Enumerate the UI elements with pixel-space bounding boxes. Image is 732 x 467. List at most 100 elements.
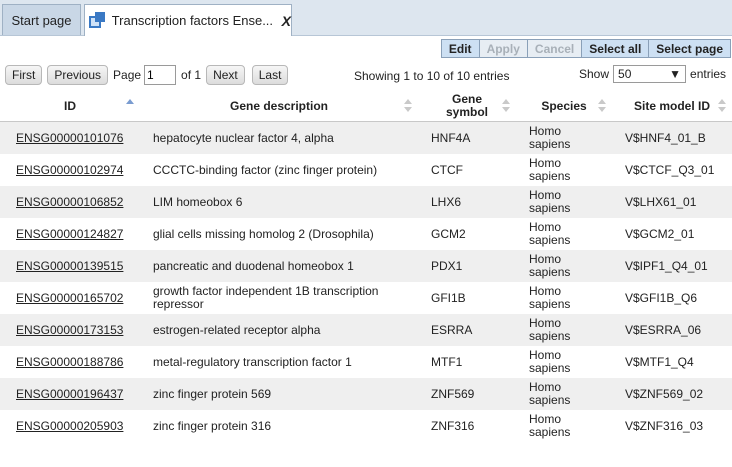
cell-site-model: V$HNF4_01_B	[625, 130, 706, 145]
chevron-down-icon: ▼	[669, 67, 682, 81]
column-header-symbol-label: Gene symbol	[445, 92, 488, 119]
close-icon[interactable]: X	[282, 13, 291, 29]
apply-button[interactable]: Apply	[478, 39, 528, 58]
gene-id-link[interactable]: ENSG00000101076	[16, 131, 123, 145]
table-row[interactable]: ENSG00000196437 zinc finger protein 569 …	[0, 378, 732, 410]
toolbar: Edit Apply Cancel Select all Select page	[440, 39, 731, 58]
cell-id[interactable]: ENSG00000188786	[16, 346, 146, 378]
table-row[interactable]: ENSG00000102974 CCCTC-binding factor (zi…	[0, 154, 732, 186]
cell-description: zinc finger protein 569	[153, 386, 272, 401]
cell-description: estrogen-related receptor alpha	[153, 322, 321, 337]
cell-site-model: V$GFI1B_Q6	[625, 290, 698, 305]
page-size-select[interactable]: 50 ▼	[613, 65, 687, 83]
cell-id[interactable]: ENSG00000102974	[16, 154, 146, 186]
cell-description: LIM homeobox 6	[153, 194, 243, 209]
next-page-button[interactable]: Next	[206, 65, 245, 85]
select-page-button[interactable]: Select page	[648, 39, 731, 58]
column-header-description-label: Gene description	[229, 98, 329, 113]
column-header-site-model[interactable]: Site model ID	[612, 90, 732, 122]
cell-description: metal-regulatory transcription factor 1	[153, 354, 352, 369]
cell-species: Homo sapiens	[529, 380, 571, 407]
gene-id-link[interactable]: ENSG00000106852	[16, 195, 123, 209]
column-header-species[interactable]: Species	[516, 90, 612, 122]
cell-symbol: ESRRA	[431, 322, 473, 337]
cell-site-model: V$ZNF569_02	[625, 386, 704, 401]
page-number-input[interactable]	[144, 65, 177, 85]
cell-site-model: V$GCM2_01	[625, 226, 695, 241]
last-page-button[interactable]: Last	[251, 65, 289, 85]
cell-species: Homo sapiens	[529, 220, 571, 247]
cancel-button[interactable]: Cancel	[526, 39, 583, 58]
sort-icon	[718, 99, 726, 113]
column-header-id[interactable]: ID	[0, 90, 140, 122]
page-label: Page	[113, 68, 142, 82]
page-size-control: Show 50 ▼ entries	[579, 65, 726, 83]
cell-description: CCCTC-binding factor (zinc finger protei…	[153, 162, 378, 177]
cell-description: glial cells missing homolog 2 (Drosophil…	[153, 226, 374, 241]
cell-description: zinc finger protein 316	[153, 418, 272, 433]
gene-id-link[interactable]: ENSG00000188786	[16, 355, 123, 369]
select-all-button[interactable]: Select all	[581, 39, 650, 58]
cell-site-model: V$ZNF316_03	[625, 418, 704, 433]
table-body: ENSG00000101076 hepatocyte nuclear facto…	[0, 122, 732, 442]
sort-icon	[502, 99, 510, 113]
cell-species: Homo sapiens	[529, 316, 571, 343]
sort-ascending-icon	[126, 99, 134, 113]
cell-id[interactable]: ENSG00000139515	[16, 250, 146, 282]
sort-icon	[598, 99, 606, 113]
tab-start-page[interactable]: Start page	[2, 4, 81, 35]
table-row[interactable]: ENSG00000205903 zinc finger protein 316 …	[0, 410, 732, 442]
cell-symbol: PDX1	[431, 258, 463, 273]
column-header-symbol[interactable]: Gene symbol	[418, 90, 516, 122]
entries-info: Showing 1 to 10 of 10 entries	[354, 69, 510, 83]
tab-transcription-factors[interactable]: Transcription factors Ense... X	[84, 4, 292, 36]
cell-species: Homo sapiens	[529, 124, 571, 151]
table-row[interactable]: ENSG00000139515 pancreatic and duodenal …	[0, 250, 732, 282]
cell-species: Homo sapiens	[529, 348, 571, 375]
page-size-value: 50	[618, 67, 632, 81]
gene-id-link[interactable]: ENSG00000165702	[16, 291, 123, 305]
cell-symbol: ZNF569	[431, 386, 475, 401]
cell-species: Homo sapiens	[529, 156, 571, 183]
table-row[interactable]: ENSG00000106852 LIM homeobox 6 LHX6 Homo…	[0, 186, 732, 218]
cell-id[interactable]: ENSG00000173153	[16, 314, 146, 346]
cell-id[interactable]: ENSG00000196437	[16, 378, 146, 410]
cell-id[interactable]: ENSG00000124827	[16, 218, 146, 250]
cell-site-model: V$IPF1_Q4_01	[625, 258, 708, 273]
previous-page-button[interactable]: Previous	[47, 65, 109, 85]
gene-id-link[interactable]: ENSG00000102974	[16, 163, 123, 177]
cell-site-model: V$CTCF_Q3_01	[625, 162, 715, 177]
gene-id-link[interactable]: ENSG00000124827	[16, 227, 123, 241]
cell-symbol: CTCF	[431, 162, 463, 177]
cell-site-model: V$ESRRA_06	[625, 322, 702, 337]
first-page-button[interactable]: First	[5, 65, 43, 85]
cell-species: Homo sapiens	[529, 284, 571, 311]
cell-id[interactable]: ENSG00000165702	[16, 282, 146, 314]
table-row[interactable]: ENSG00000101076 hepatocyte nuclear facto…	[0, 122, 732, 154]
cell-description: hepatocyte nuclear factor 4, alpha	[153, 130, 334, 145]
column-header-description[interactable]: Gene description	[140, 90, 418, 122]
table-row[interactable]: ENSG00000165702 growth factor independen…	[0, 282, 732, 314]
gene-id-link[interactable]: ENSG00000205903	[16, 419, 123, 433]
gene-id-link[interactable]: ENSG00000196437	[16, 387, 123, 401]
cell-id[interactable]: ENSG00000205903	[16, 410, 146, 442]
sort-icon	[404, 99, 412, 113]
cell-site-model: V$MTF1_Q4	[625, 354, 694, 369]
table-row[interactable]: ENSG00000124827 glial cells missing homo…	[0, 218, 732, 250]
show-label: Show	[579, 67, 610, 81]
cell-id[interactable]: ENSG00000101076	[16, 122, 146, 154]
gene-id-link[interactable]: ENSG00000173153	[16, 323, 123, 337]
cell-symbol: GFI1B	[431, 290, 466, 305]
cell-symbol: ZNF316	[431, 418, 475, 433]
cell-id[interactable]: ENSG00000106852	[16, 186, 146, 218]
cell-site-model: V$LHX61_01	[625, 194, 697, 209]
tab-transcription-factors-label: Transcription factors Ense...	[111, 13, 274, 28]
edit-button[interactable]: Edit	[440, 39, 480, 58]
table-icon	[89, 11, 107, 30]
table-row[interactable]: ENSG00000173153 estrogen-related recepto…	[0, 314, 732, 346]
cell-description: pancreatic and duodenal homeobox 1	[153, 258, 354, 273]
table-row[interactable]: ENSG00000188786 metal-regulatory transcr…	[0, 346, 732, 378]
pager: First Previous Page of 1 Next Last	[5, 65, 293, 85]
column-header-species-label: Species	[541, 98, 587, 113]
gene-id-link[interactable]: ENSG00000139515	[16, 259, 123, 273]
